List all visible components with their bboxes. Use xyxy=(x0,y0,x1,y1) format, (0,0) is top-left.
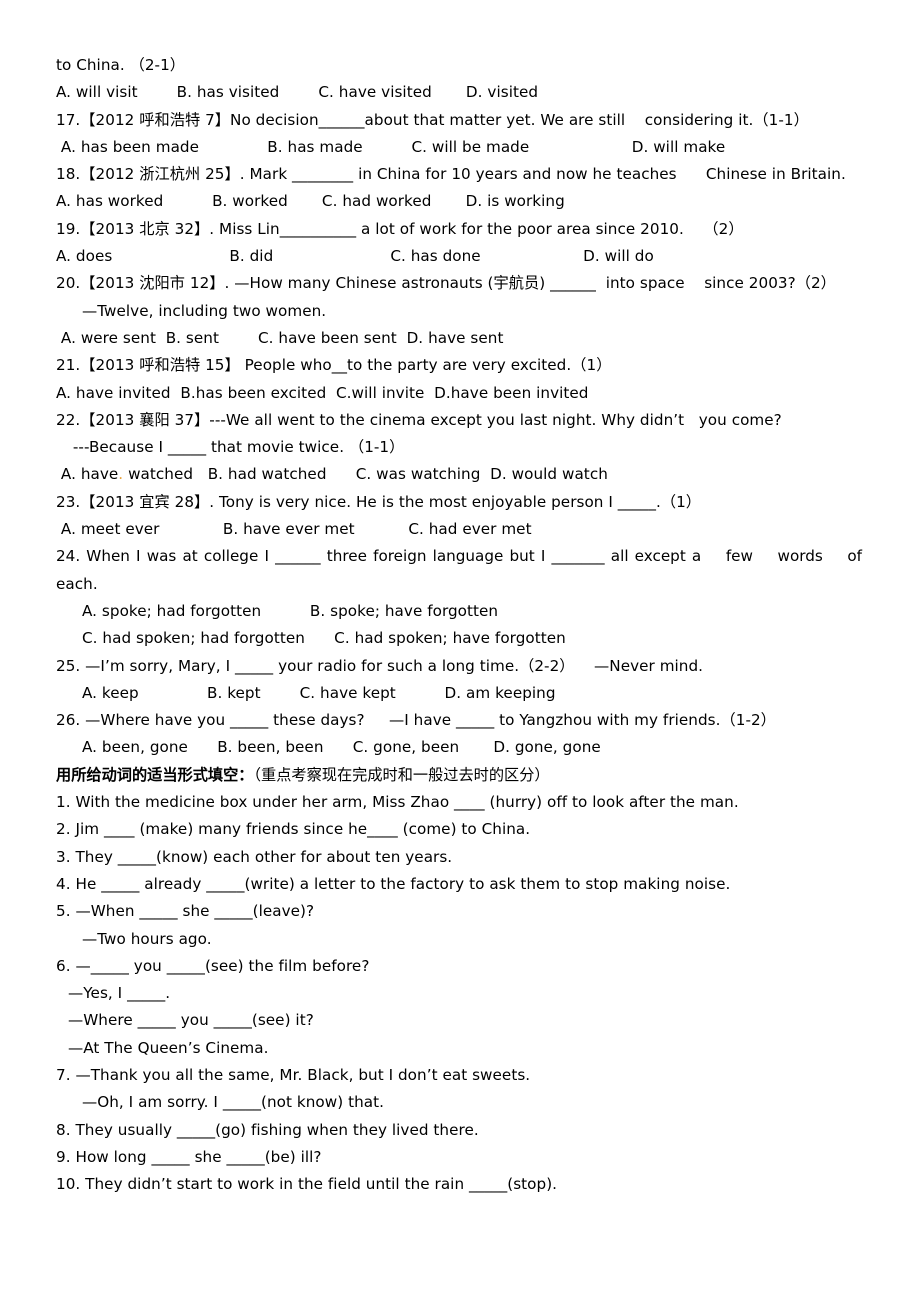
fill-item-4: 4. He _____ already _____(write) a lette… xyxy=(56,874,731,893)
option-22-a-part2: watched B. had watched C. was watching D… xyxy=(123,465,608,484)
section-heading-note: （重点考察现在完成时和一般过去时的区分） xyxy=(253,765,550,784)
question-18: 18.【2012 浙江杭州 25】. Mark ________ in Chin… xyxy=(56,165,846,184)
question-17: 17.【2012 呼和浩特 7】No decision______about t… xyxy=(56,110,809,129)
fill-item-1: 1. With the medicine box under her arm, … xyxy=(56,793,739,812)
fill-item-5: 5. —When _____ she _____(leave)? xyxy=(56,902,315,921)
options-line-18: A. has worked B. worked C. had worked D.… xyxy=(56,192,565,211)
fill-item-6-reply-1: —Yes, I _____. xyxy=(68,984,171,1003)
question-24: 24. When I was at college I ______ three… xyxy=(56,547,862,566)
fill-item-6: 6. —_____ you _____(see) the film before… xyxy=(56,956,370,975)
fill-item-7-reply: —Oh, I am sorry. I _____(not know) that. xyxy=(82,1093,385,1112)
fill-item-9: 9. How long _____ she _____(be) ill? xyxy=(56,1147,322,1166)
fill-item-10: 10. They didn’t start to work in the fie… xyxy=(56,1175,558,1194)
fill-item-6-reply-3: —At The Queen’s Cinema. xyxy=(68,1038,269,1057)
fill-item-6-reply-2: —Where _____ you _____(see) it? xyxy=(68,1011,314,1030)
continuation-line: to China. （2-1） xyxy=(56,56,186,74)
question-25: 25. —I’m sorry, Mary, I _____ your radio… xyxy=(56,656,704,675)
options-line-26: A. been, gone B. been, been C. gone, bee… xyxy=(82,738,601,757)
option-22-a-part1: A. have xyxy=(56,465,119,484)
options-line-24-row1: A. spoke; had forgotten B. spoke; have f… xyxy=(82,601,499,620)
question-22: 22.【2013 襄阳 37】---We all went to the cin… xyxy=(56,410,782,429)
fill-item-7: 7. —Thank you all the same, Mr. Black, b… xyxy=(56,1065,531,1084)
question-20-answer-line: —Twelve, including two women. xyxy=(82,301,327,320)
options-line-17: A. has been made B. has made C. will be … xyxy=(56,137,726,156)
fill-item-8: 8. They usually _____(go) fishing when t… xyxy=(56,1120,479,1139)
options-line-25: A. keep B. kept C. have kept D. am keepi… xyxy=(82,683,556,702)
question-23: 23.【2013 宜宾 28】. Tony is very nice. He i… xyxy=(56,492,702,511)
question-22-response-line: ---Because I _____ that movie twice. （1-… xyxy=(68,438,405,457)
options-line-19: A. does B. did C. has done D. will do xyxy=(56,247,654,266)
question-24-continued: each. xyxy=(56,574,98,593)
options-line-23: A. meet ever B. have ever met C. had eve… xyxy=(56,520,532,539)
question-19: 19.【2013 北京 32】. Miss Lin__________ a lo… xyxy=(56,219,744,238)
fill-item-2: 2. Jim ____ (make) many friends since he… xyxy=(56,820,531,839)
question-21: 21.【2013 呼和浩特 15】 People who__to the par… xyxy=(56,356,612,375)
question-26: 26. —Where have you _____ these days? —I… xyxy=(56,711,776,730)
section-heading-fill-in-blanks: 用所给动词的适当形式填空：（重点考察现在完成时和一般过去时的区分） xyxy=(56,762,862,789)
options-line-20: A. were sent B. sent C. have been sent D… xyxy=(56,328,504,347)
worksheet-page: to China. （2-1） A. will visit B. has vis… xyxy=(0,0,920,1302)
fill-item-5-answer: —Two hours ago. xyxy=(82,929,212,948)
question-20: 20.【2013 沈阳市 12】. —How many Chinese astr… xyxy=(56,274,836,293)
fill-item-3: 3. They _____(know) each other for about… xyxy=(56,847,453,866)
options-line-16: A. will visit B. has visited C. have vis… xyxy=(56,83,539,102)
options-line-22: A. have. watched B. had watched C. was w… xyxy=(56,461,862,488)
options-line-21: A. have invited B.has been excited C.wil… xyxy=(56,383,589,402)
section-heading-title: 用所给动词的适当形式填空： xyxy=(56,765,254,784)
options-line-24-row2: C. had spoken; had forgotten C. had spok… xyxy=(82,629,566,648)
